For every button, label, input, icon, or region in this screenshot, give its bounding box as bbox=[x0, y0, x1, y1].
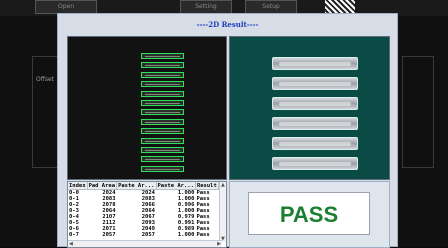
scroll-right-icon[interactable]: ▶ bbox=[217, 241, 221, 247]
solder-pad-outline bbox=[141, 165, 184, 172]
column-header-paste-ratio[interactable]: Paste Ar... bbox=[156, 182, 196, 190]
solder-pad-image bbox=[272, 97, 358, 110]
scroll-up-icon[interactable]: ▲ bbox=[221, 182, 225, 188]
result-box: PASS bbox=[248, 192, 370, 235]
dialog-title: ----2D Result---- bbox=[196, 20, 259, 29]
result-dialog: ----2D Result---- Index Pad Area Paste A… bbox=[57, 13, 398, 248]
inspection-image-left bbox=[67, 36, 227, 180]
table-cell: 1.000 bbox=[177, 232, 195, 238]
background-frame bbox=[402, 56, 434, 168]
result-panel: PASS bbox=[229, 181, 390, 248]
solder-pad-outline bbox=[141, 53, 184, 59]
solder-pad-image bbox=[272, 117, 358, 130]
background-setup-button[interactable]: Setup bbox=[245, 0, 297, 14]
solder-pad-image bbox=[272, 137, 358, 150]
column-header-pad-area[interactable]: Pad Area bbox=[87, 182, 118, 190]
solder-pad-outline bbox=[141, 71, 184, 78]
result-table-panel: Index Pad Area Paste Ar... Paste Ar... R… bbox=[67, 181, 227, 248]
table-cell: 2057 bbox=[102, 232, 116, 238]
background-frame bbox=[32, 56, 59, 168]
solder-pad-outline bbox=[141, 147, 184, 153]
table-cell: Pass bbox=[196, 232, 210, 238]
result-table: Index Pad Area Paste Ar... Paste Ar... R… bbox=[68, 182, 219, 238]
solder-pad-outline bbox=[141, 62, 184, 69]
solder-pad-outline bbox=[141, 137, 184, 144]
solder-pad-outline bbox=[141, 109, 184, 116]
scroll-left-icon[interactable]: ◀ bbox=[69, 241, 73, 247]
qr-code-icon bbox=[325, 0, 355, 14]
solder-pad-outline bbox=[141, 81, 184, 88]
background-setting-button[interactable]: Setting bbox=[180, 0, 232, 14]
solder-pad-image bbox=[272, 157, 358, 170]
table-row[interactable]: 0-7 2057 2057 1.000 Pass bbox=[68, 232, 218, 238]
column-header-paste-area[interactable]: Paste Ar... bbox=[116, 182, 157, 190]
table-header-row: Index Pad Area Paste Ar... Paste Ar... R… bbox=[68, 182, 219, 190]
solder-pad-image bbox=[272, 77, 358, 90]
solder-pad-outline bbox=[141, 128, 184, 135]
solder-pad-image bbox=[272, 57, 358, 70]
result-status: PASS bbox=[279, 202, 339, 227]
solder-pad-outline bbox=[141, 156, 184, 163]
background-label: Offset bbox=[36, 76, 55, 83]
table-cell: 0-7 bbox=[69, 232, 79, 238]
background-right-panel bbox=[398, 16, 448, 247]
solder-pad-outline bbox=[141, 100, 184, 106]
inspection-image-right bbox=[229, 36, 390, 180]
solder-pad-outline bbox=[141, 118, 184, 125]
background-open-button[interactable]: Open bbox=[35, 0, 97, 14]
table-cell: 2057 bbox=[141, 232, 155, 238]
table-vertical-scrollbar[interactable]: ▲ ▼ bbox=[219, 182, 226, 242]
column-header-result[interactable]: Result bbox=[195, 182, 219, 190]
column-header-index[interactable]: Index bbox=[68, 182, 88, 190]
solder-pad-outline bbox=[141, 90, 184, 97]
table-horizontal-scrollbar[interactable]: ◀ ▶ bbox=[68, 240, 222, 247]
